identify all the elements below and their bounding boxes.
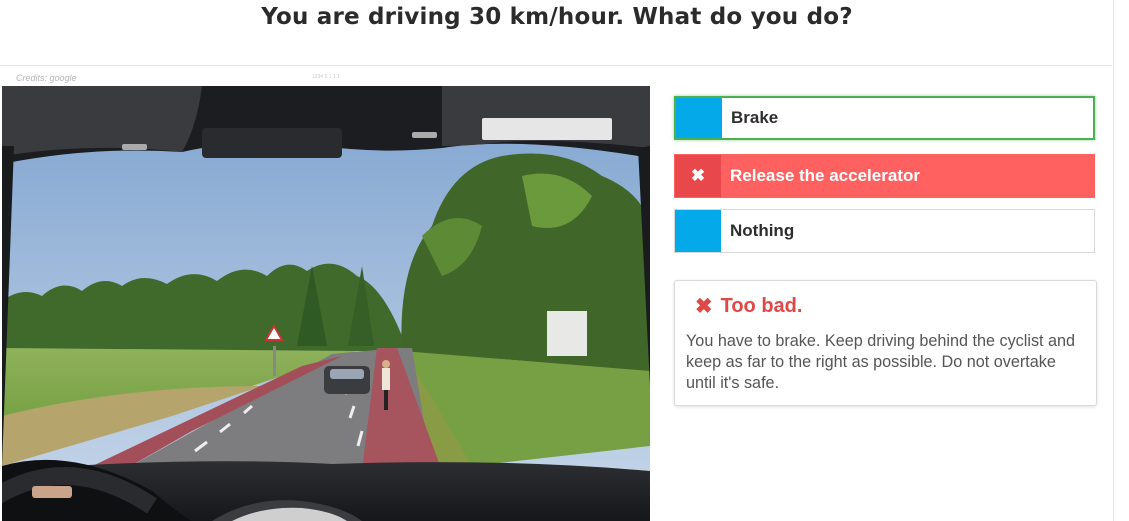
- close-icon: ✖: [675, 155, 721, 197]
- feedback-header: ✖ Too bad.: [695, 295, 802, 318]
- question-title: You are driving 30 km/hour. What do you …: [261, 4, 853, 30]
- driving-scene-photo: [2, 86, 650, 521]
- answer-option-brake[interactable]: Brake: [674, 96, 1095, 140]
- feedback-message: You have to brake. Keep driving behind t…: [686, 332, 1076, 392]
- image-credits: Credits: google: [16, 73, 77, 83]
- answer-option-release-accelerator[interactable]: ✖ Release the accelerator: [674, 154, 1095, 198]
- answer-label: Release the accelerator: [730, 166, 920, 185]
- answer-label: Brake: [731, 108, 779, 127]
- image-id-text: 1234 5 1 1 1: [312, 74, 340, 80]
- answer-marker: [675, 210, 721, 252]
- feedback-panel: ✖ Too bad. You have to brake. Keep drivi…: [674, 280, 1097, 406]
- close-icon: ✖: [695, 295, 713, 318]
- answer-marker: [676, 98, 722, 138]
- title-divider: [0, 65, 1112, 66]
- answer-label: Nothing: [730, 221, 795, 240]
- feedback-title: Too bad.: [720, 295, 803, 317]
- page-edge: [1113, 0, 1114, 521]
- answer-option-nothing[interactable]: Nothing: [674, 209, 1095, 253]
